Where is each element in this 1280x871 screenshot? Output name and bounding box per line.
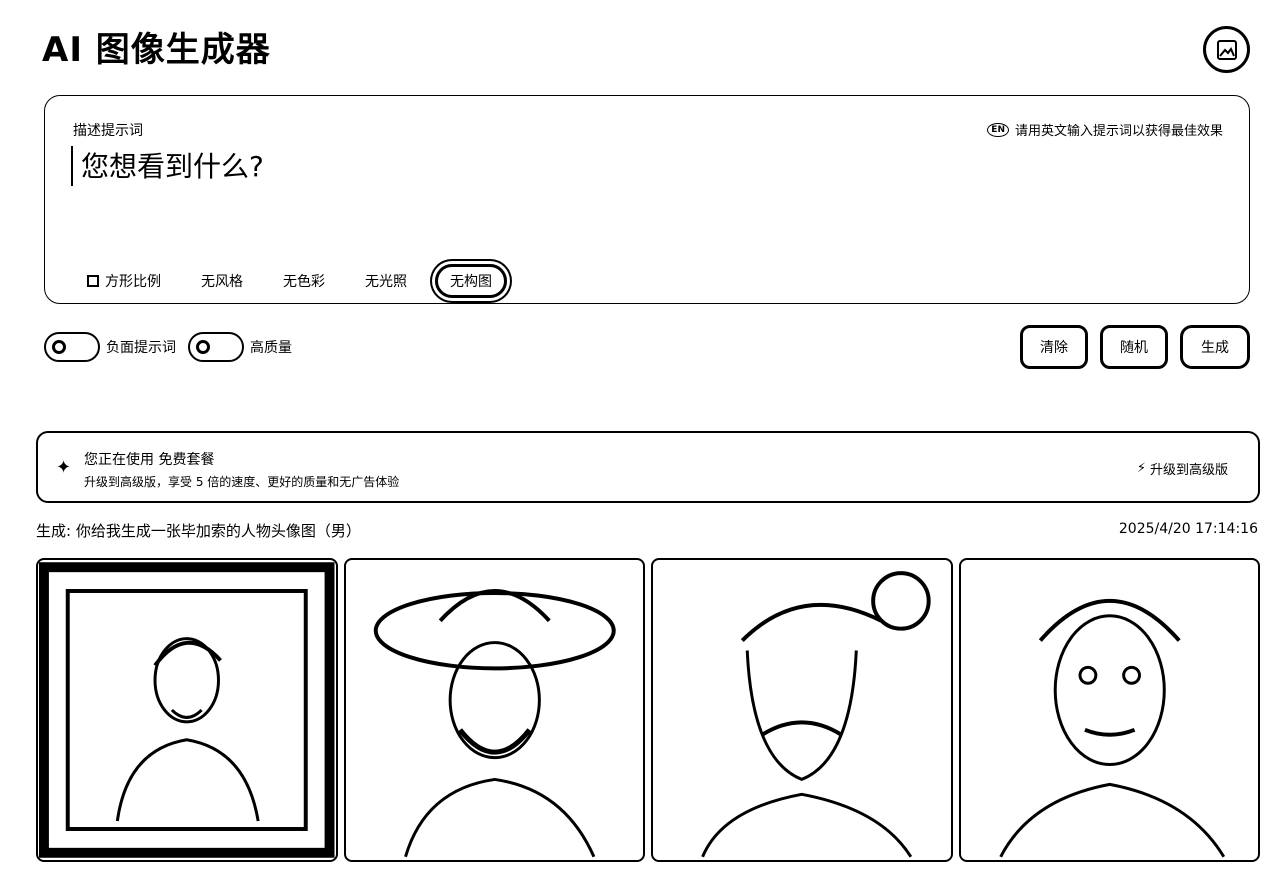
prompt-input[interactable] xyxy=(71,146,1211,186)
option-label: 无构图 xyxy=(450,274,492,290)
option-lighting[interactable]: 无光照 xyxy=(353,264,419,298)
square-icon xyxy=(87,275,99,287)
toggle-switch[interactable] xyxy=(44,332,100,362)
portrait-bun-image xyxy=(701,571,931,858)
toggle-label: 负面提示词 xyxy=(106,340,176,356)
option-label: 方形比例 xyxy=(105,274,161,290)
option-label: 无风格 xyxy=(201,274,243,290)
toggle-group: 负面提示词 高质量 xyxy=(44,332,292,362)
prompt-panel: 描述提示词 EN 请用英文输入提示词以获得最佳效果 方形比例 无风格 无色彩 无… xyxy=(44,95,1250,304)
prompt-hint: EN 请用英文输入提示词以获得最佳效果 xyxy=(987,120,1223,139)
option-label: 无光照 xyxy=(365,274,407,290)
random-button[interactable]: 随机 xyxy=(1100,325,1168,369)
lightning-icon: ⚡ xyxy=(1136,461,1146,476)
generation-timestamp: 2025/4/20 17:14:16 xyxy=(1118,521,1258,537)
generate-button[interactable]: 生成 xyxy=(1180,325,1250,369)
generated-image[interactable] xyxy=(958,558,1260,862)
sparkle-icon: ✦ xyxy=(56,457,72,478)
option-aspect-ratio[interactable]: 方形比例 xyxy=(75,264,173,298)
image-grid xyxy=(36,558,1260,862)
generation-title: 生成: 你给我生成一张毕加索的人物头像图（男） xyxy=(36,522,361,540)
negative-prompt-toggle[interactable]: 负面提示词 xyxy=(44,332,176,362)
language-icon: EN xyxy=(987,122,1009,137)
option-composition[interactable]: 无构图 xyxy=(435,264,507,298)
plan-description: 升级到高级版，享受 5 倍的速度、更好的质量和无广告体验 xyxy=(84,475,400,489)
app-title: AI 图像生成器 xyxy=(42,30,271,70)
generated-image[interactable] xyxy=(36,558,338,862)
gallery-button[interactable] xyxy=(1203,26,1250,73)
prompt-hint-text: 请用英文输入提示词以获得最佳效果 xyxy=(1014,124,1223,139)
high-quality-toggle[interactable]: 高质量 xyxy=(188,332,292,362)
option-label: 无色彩 xyxy=(283,274,325,290)
plan-banner: ✦ 您正在使用 免费套餐 升级到高级版，享受 5 倍的速度、更好的质量和无广告体… xyxy=(36,431,1260,503)
upgrade-link[interactable]: ⚡ 升级到高级版 xyxy=(1137,459,1228,478)
generated-image[interactable] xyxy=(343,558,645,862)
portrait-hat-image xyxy=(373,589,616,858)
upgrade-label: 升级到高级版 xyxy=(1149,463,1228,478)
option-color[interactable]: 无色彩 xyxy=(271,264,337,298)
generated-image[interactable] xyxy=(651,558,953,862)
option-style[interactable]: 无风格 xyxy=(189,264,255,298)
portrait-framed-image xyxy=(38,562,335,858)
prompt-label: 描述提示词 xyxy=(73,123,143,139)
action-buttons: 清除 随机 生成 xyxy=(1020,325,1250,369)
toggle-switch[interactable] xyxy=(188,332,244,362)
style-options: 方形比例 无风格 无色彩 无光照 无构图 xyxy=(75,264,523,298)
image-icon xyxy=(1216,39,1237,60)
clear-button[interactable]: 清除 xyxy=(1020,325,1088,369)
toggle-label: 高质量 xyxy=(250,340,292,356)
portrait-gaunt-image xyxy=(998,598,1225,858)
plan-title: 您正在使用 免费套餐 xyxy=(84,452,215,468)
